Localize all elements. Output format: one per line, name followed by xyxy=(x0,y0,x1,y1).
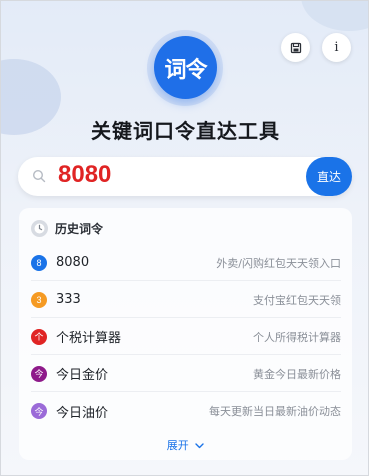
search-bar[interactable]: 8080 直达 xyxy=(18,157,352,196)
history-name: 今日油价 xyxy=(56,405,109,421)
history-desc: 外卖/闪购红包天天领入口 xyxy=(216,256,341,270)
history-name: 8080 xyxy=(56,255,90,270)
expand-button[interactable]: 展开 xyxy=(19,437,352,453)
history-name: 今日金价 xyxy=(56,368,109,383)
history-badge: 个 xyxy=(31,328,47,345)
page-title: 关键词口令直达工具 xyxy=(91,119,280,143)
history-desc: 每天更新当日最新油价动态 xyxy=(209,405,341,418)
go-button[interactable]: 直达 xyxy=(306,157,352,196)
history-panel: 历史词令 8 8080 外卖/闪购红包天天领入口 3 333 支付宝红包天天领 … xyxy=(19,208,352,460)
history-name: 333 xyxy=(56,292,81,307)
info-icon: i xyxy=(334,40,339,55)
logo-text: 词令 xyxy=(164,57,207,83)
save-icon xyxy=(290,42,301,53)
history-desc: 个人所得税计算器 xyxy=(253,330,341,344)
history-badge: 今 xyxy=(31,365,47,382)
history-item[interactable]: 个 个税计算器 个人所得税计算器 xyxy=(31,319,341,355)
history-item[interactable]: 3 333 支付宝红包天天领 xyxy=(31,282,341,318)
history-badge: 8 xyxy=(31,254,47,271)
history-title: 历史词令 xyxy=(55,221,104,236)
history-item[interactable]: 今 今日金价 黄金今日最新价格 xyxy=(31,356,341,392)
clock-icon xyxy=(31,219,48,237)
history-badge: 今 xyxy=(31,403,47,419)
expand-label: 展开 xyxy=(166,439,189,452)
history-name: 个税计算器 xyxy=(56,331,122,346)
decorative-blob xyxy=(301,1,368,31)
history-item[interactable]: 8 8080 外卖/闪购红包天天领入口 xyxy=(31,245,341,281)
history-desc: 支付宝红包天天领 xyxy=(253,293,341,307)
info-button[interactable]: i xyxy=(322,33,351,62)
history-desc: 黄金今日最新价格 xyxy=(253,367,341,381)
history-badge: 3 xyxy=(31,291,47,308)
search-input[interactable]: 8080 xyxy=(58,161,111,189)
chevron-down-icon xyxy=(195,443,204,449)
save-button[interactable] xyxy=(281,33,310,62)
history-item[interactable]: 今 今日油价 每天更新当日最新油价动态 xyxy=(31,393,341,429)
app-window: 词令 i 关键词口令直达工具 8080 直达 历史词令 8 8080 外卖/闪购… xyxy=(0,0,369,476)
history-header: 历史词令 xyxy=(31,218,103,238)
search-icon xyxy=(32,169,46,183)
app-logo: 词令 xyxy=(154,36,217,99)
